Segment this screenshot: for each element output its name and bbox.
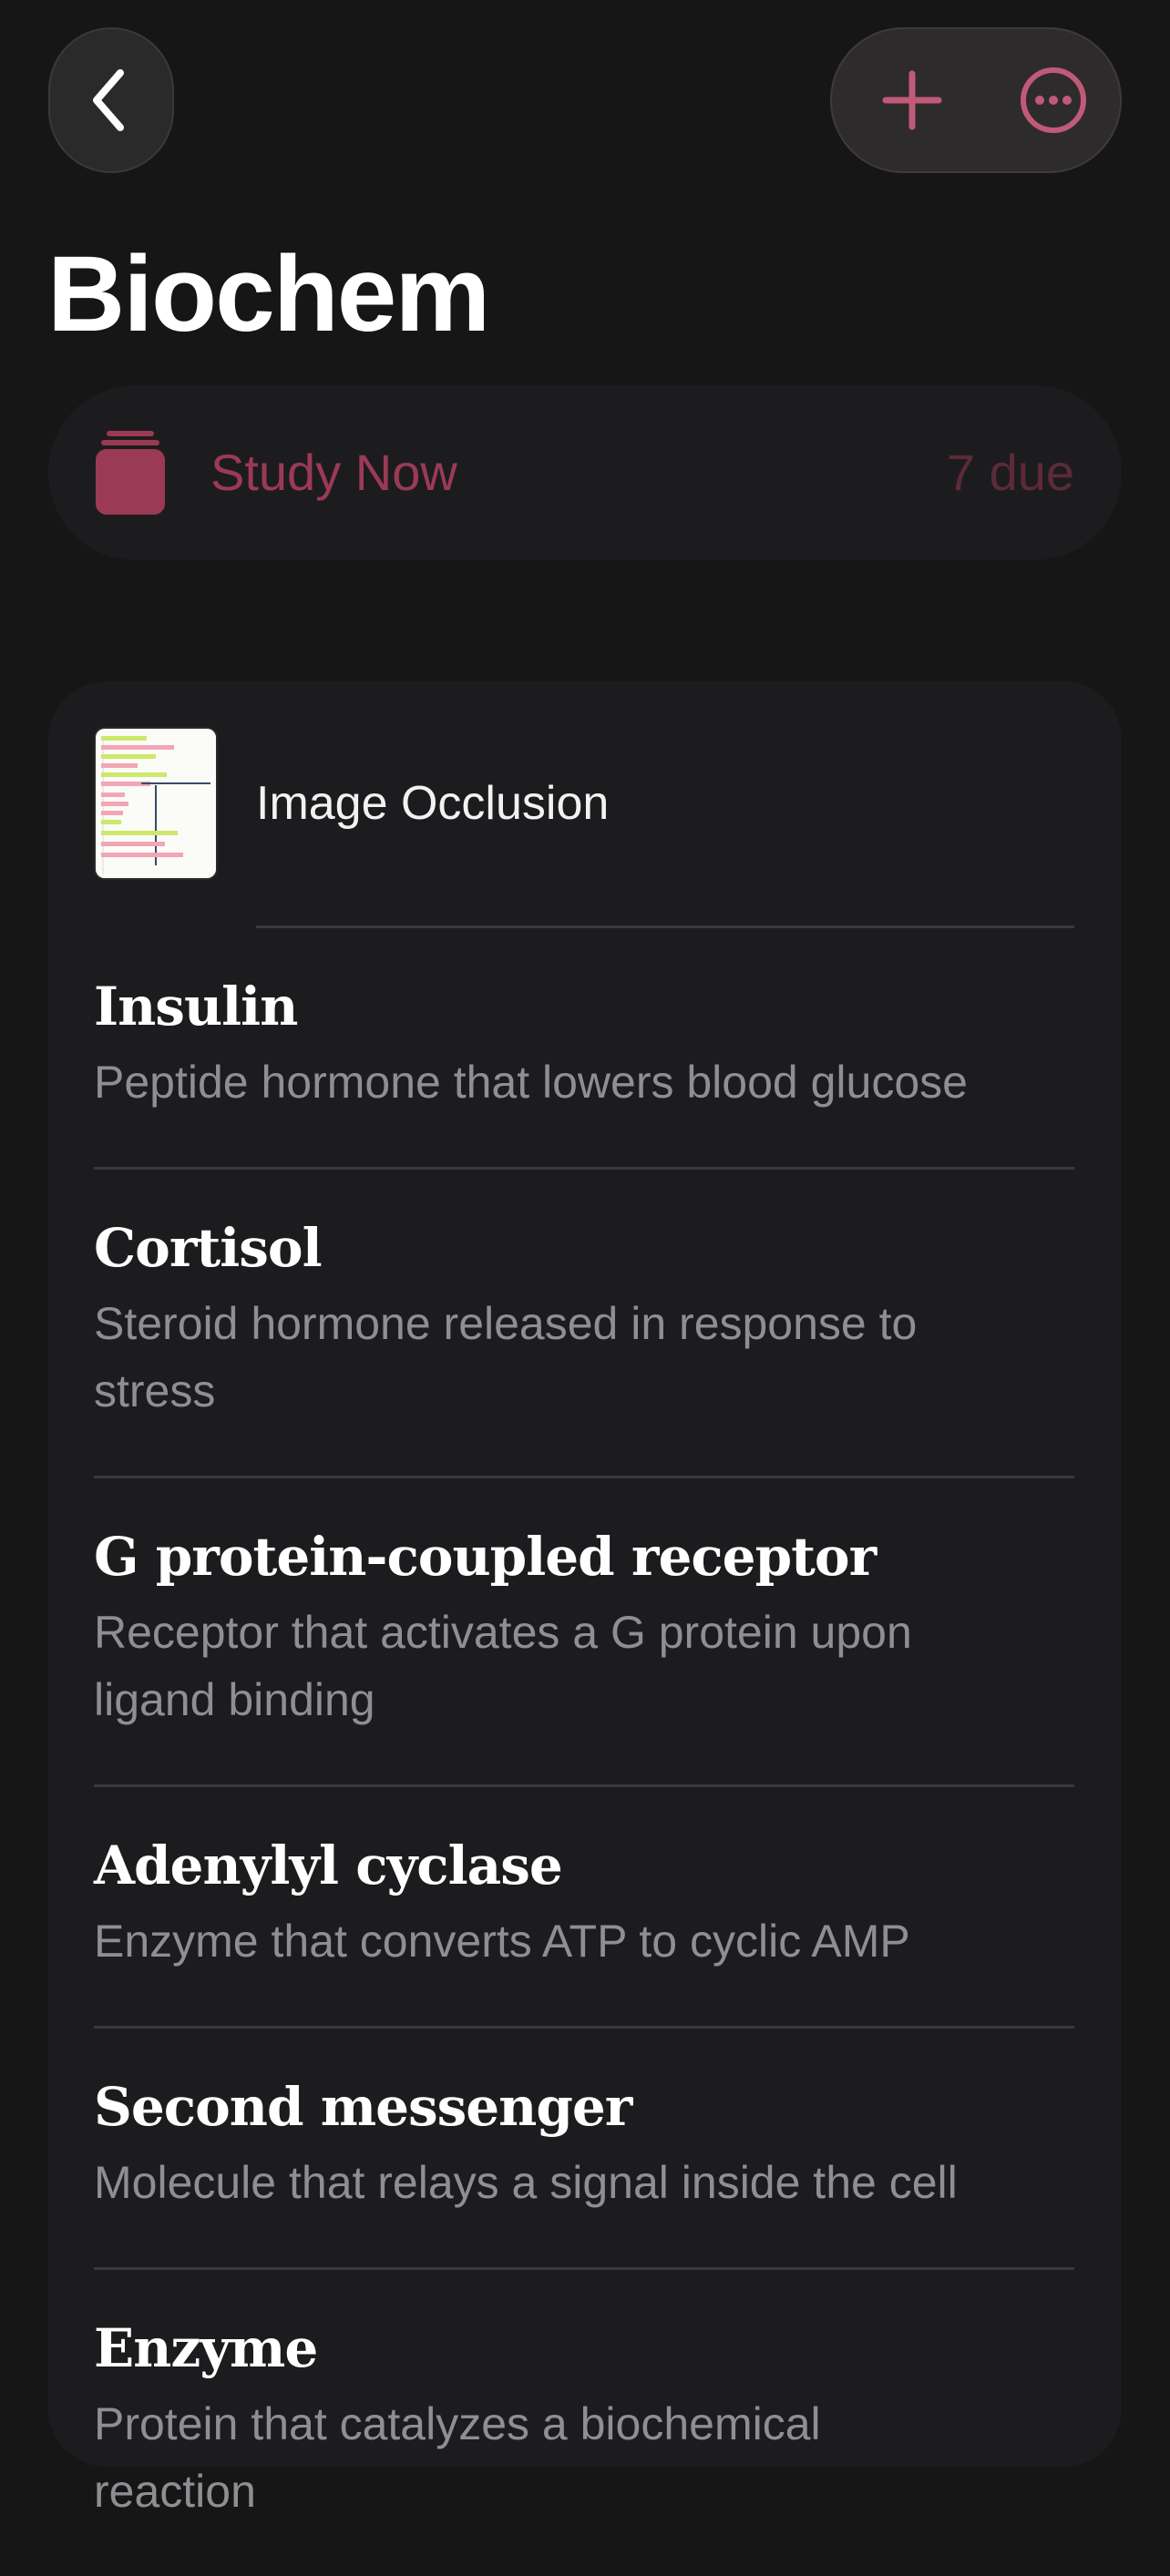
card-item-adenylyl-cyclase[interactable]: Adenylyl cyclase Enzyme that converts AT… <box>94 1784 1074 2026</box>
card-definition: Enzyme that converts ATP to cyclic AMP <box>94 1916 910 1967</box>
header-actions <box>830 27 1122 173</box>
add-card-button[interactable] <box>857 46 967 155</box>
plus-icon <box>882 70 942 130</box>
card-definition: Steroid hormone released in response to … <box>94 1298 918 1416</box>
card-definition: Receptor that activates a G protein upon… <box>94 1607 912 1725</box>
card-term: Second messenger <box>94 2076 632 2138</box>
card-item-enzyme[interactable]: Enzyme Protein that catalyzes a biochemi… <box>94 2267 1074 2576</box>
card-list: Insulin Peptide hormone that lowers bloo… <box>48 928 1122 2576</box>
card-definition: Molecule that relays a signal inside the… <box>94 2157 958 2208</box>
image-occlusion-item[interactable]: Image Occlusion <box>48 681 1122 928</box>
card-term: Adenylyl cyclase <box>94 1835 563 1896</box>
chevron-left-icon <box>93 69 124 131</box>
page-title: Biochem <box>47 234 490 354</box>
card-term: Insulin <box>94 976 298 1038</box>
study-now-button[interactable]: Study Now 7 due <box>48 385 1122 560</box>
card-item-gpcr[interactable]: G protein-coupled receptor Receptor that… <box>94 1476 1074 1784</box>
card-definition: Peptide hormone that lowers blood glucos… <box>94 1057 968 1108</box>
due-count: 7 due <box>946 444 1074 501</box>
card-term: G protein-coupled receptor <box>94 1526 877 1588</box>
back-button[interactable] <box>48 27 174 173</box>
card-item-second-messenger[interactable]: Second messenger Molecule that relays a … <box>94 2026 1074 2267</box>
card-term: Enzyme <box>94 2317 318 2379</box>
ellipsis-circle-icon <box>1021 67 1086 133</box>
card-item-cortisol[interactable]: Cortisol Steroid hormone released in res… <box>94 1167 1074 1476</box>
more-options-button[interactable] <box>999 46 1108 155</box>
card-item-insulin[interactable]: Insulin Peptide hormone that lowers bloo… <box>48 928 1122 1167</box>
card-term: Cortisol <box>94 1217 323 1279</box>
study-now-label: Study Now <box>210 444 457 501</box>
card-stack-icon <box>96 431 165 515</box>
image-occlusion-label: Image Occlusion <box>256 777 610 830</box>
image-occlusion-thumbnail <box>96 729 216 878</box>
cards-list-panel: Image Occlusion Insulin Peptide hormone … <box>48 681 1122 2517</box>
card-definition: Protein that catalyzes a biochemical rea… <box>94 2398 821 2517</box>
